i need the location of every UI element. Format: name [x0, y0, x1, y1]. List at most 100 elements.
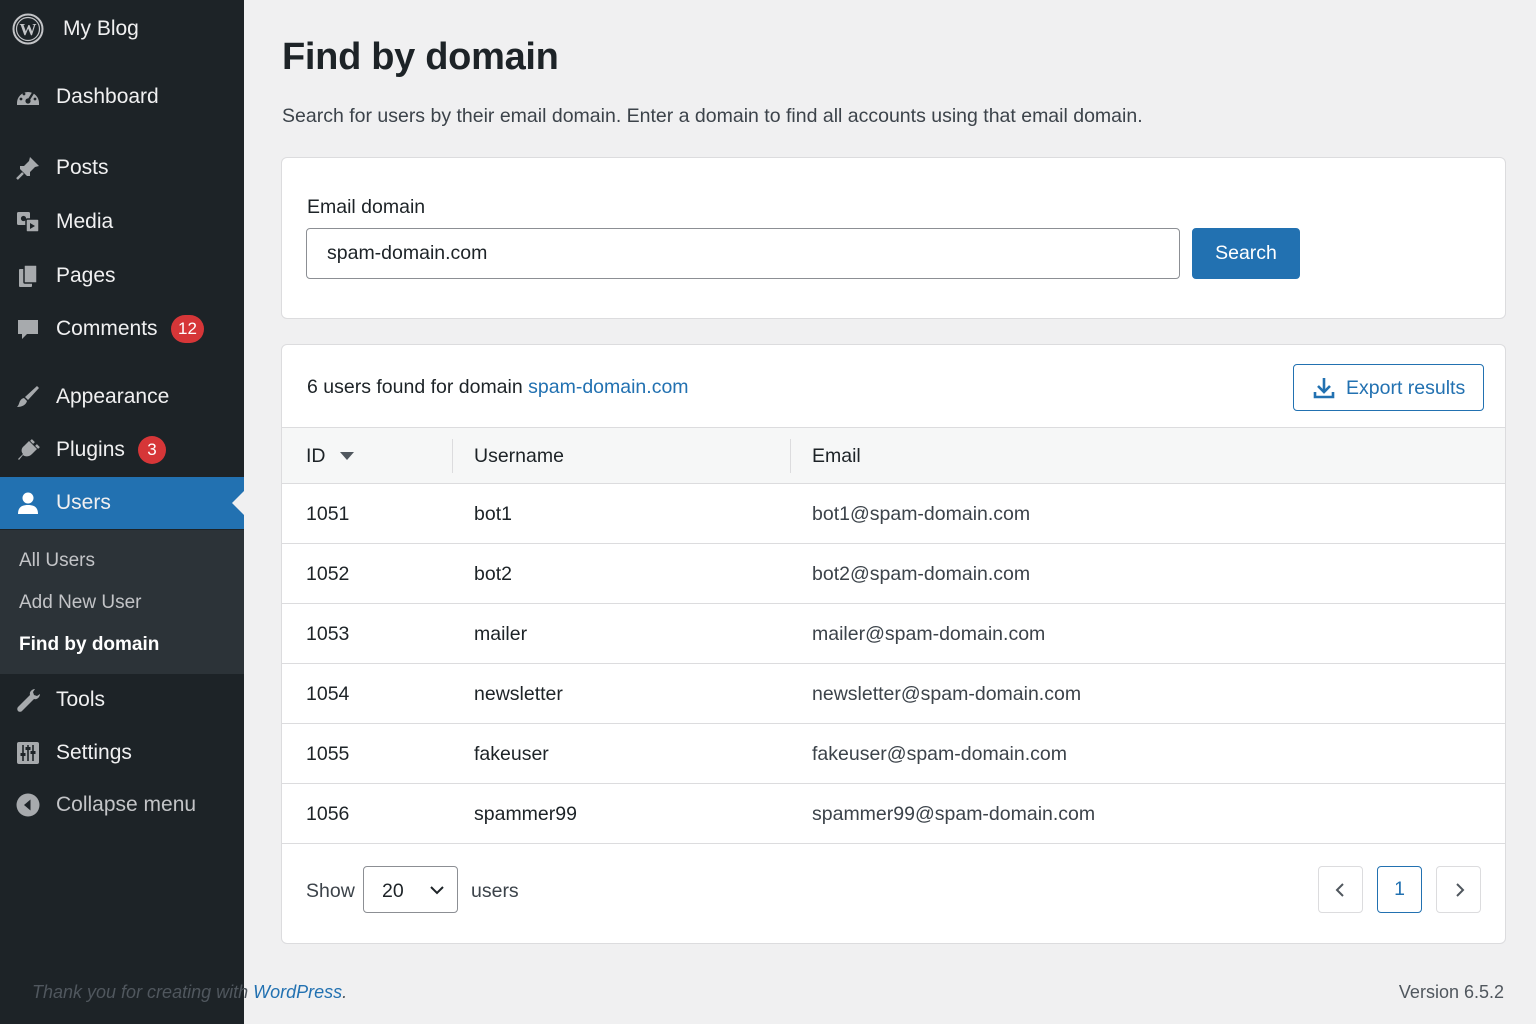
wordpress-logo-icon: W	[12, 13, 44, 45]
table-row[interactable]: 1052 bot2 bot2@spam-domain.com	[282, 544, 1505, 604]
site-name: My Blog	[63, 17, 139, 40]
admin-sidebar: W My Blog Dashboard Posts Media Pages Co…	[0, 0, 244, 1024]
sidebar-item-label: Comments	[56, 317, 158, 340]
cell-id: 1054	[306, 683, 350, 705]
column-header-id[interactable]: ID	[306, 445, 326, 468]
chevron-left-icon	[1335, 882, 1344, 897]
cell-username[interactable]: bot1	[474, 503, 512, 526]
email-domain-label: Email domain	[307, 196, 426, 218]
sidebar-item-comments[interactable]: Comments 12	[0, 303, 244, 355]
cell-id: 1051	[306, 503, 350, 525]
users-label: users	[471, 880, 519, 902]
cell-username[interactable]: fakeuser	[474, 743, 549, 766]
search-button[interactable]: Search	[1192, 228, 1300, 279]
table-header: ID Username Email	[282, 427, 1505, 484]
per-page-value: 20	[382, 880, 404, 902]
cell-username[interactable]: bot2	[474, 563, 512, 586]
collapse-arrow-icon	[14, 791, 42, 819]
results-card: 6 users found for domain spam-domain.com…	[281, 344, 1506, 944]
sidebar-item-media[interactable]: Media	[0, 196, 244, 248]
sidebar-item-appearance[interactable]: Appearance	[0, 371, 244, 423]
main-content: Find by domain Search for users by their…	[244, 0, 1536, 1024]
cell-username[interactable]: spammer99	[474, 803, 577, 826]
collapse-menu-button[interactable]: Collapse menu	[0, 779, 244, 831]
cell-email: spammer99@spam-domain.com	[812, 803, 1096, 825]
sidebar-item-settings[interactable]: Settings	[0, 727, 244, 779]
submenu-add-new-user[interactable]: Add New User	[19, 592, 142, 614]
svg-text:W: W	[20, 20, 37, 39]
sidebar-item-plugins[interactable]: Plugins 3	[0, 424, 244, 476]
sidebar-item-tools[interactable]: Tools	[0, 674, 244, 726]
export-results-label: Export results	[1346, 377, 1466, 399]
sidebar-item-dashboard[interactable]: Dashboard	[0, 71, 244, 123]
previous-page-button[interactable]	[1318, 866, 1363, 913]
footer-version: Version 6.5.2	[1398, 982, 1504, 1002]
dashboard-icon	[14, 83, 42, 111]
table-row[interactable]: 1056 spammer99 spammer99@spam-domain.com	[282, 784, 1505, 844]
cell-username[interactable]: mailer	[474, 623, 527, 646]
sidebar-item-label: Pages	[56, 264, 116, 287]
results-summary: 6 users found for domain spam-domain.com	[307, 376, 689, 399]
column-header-email[interactable]: Email	[812, 445, 861, 468]
table-row[interactable]: 1054 newsletter newsletter@spam-domain.c…	[282, 664, 1505, 724]
footer-thanks-text: Thank you for creating with	[32, 982, 254, 1002]
chevron-down-icon	[430, 886, 444, 895]
plugins-update-badge: 3	[138, 436, 166, 464]
sidebar-item-pages[interactable]: Pages	[0, 250, 244, 302]
per-page-select[interactable]: 20	[363, 866, 458, 913]
plug-icon	[14, 436, 42, 464]
cell-email: fakeuser@spam-domain.com	[812, 743, 1067, 765]
export-results-button[interactable]: Export results	[1293, 364, 1484, 411]
footer-thanks: Thank you for creating with WordPress.	[32, 982, 347, 1003]
results-count-text: 6 users found for domain	[307, 376, 529, 398]
wordpress-link[interactable]: WordPress	[253, 982, 342, 1002]
comments-count-badge: 12	[171, 315, 204, 343]
comment-icon	[14, 315, 42, 343]
sidebar-item-posts[interactable]: Posts	[0, 142, 244, 194]
column-header-username[interactable]: Username	[474, 445, 564, 468]
sidebar-item-label: Plugins	[56, 438, 125, 461]
pages-icon	[14, 262, 42, 290]
sidebar-item-label: Dashboard	[56, 85, 159, 108]
column-divider	[452, 439, 453, 473]
media-icon	[14, 208, 42, 236]
page-title: Find by domain	[282, 36, 559, 78]
table-row[interactable]: 1051 bot1 bot1@spam-domain.com	[282, 484, 1505, 544]
table-row[interactable]: 1055 fakeuser fakeuser@spam-domain.com	[282, 724, 1505, 784]
cell-username[interactable]: newsletter	[474, 683, 563, 706]
cell-email: mailer@spam-domain.com	[812, 623, 1046, 645]
cell-id: 1056	[306, 803, 350, 825]
users-submenu: All Users Add New User Find by domain	[0, 530, 244, 674]
submenu-all-users[interactable]: All Users	[19, 550, 95, 572]
cell-id: 1055	[306, 743, 350, 765]
table-row[interactable]: 1053 mailer mailer@spam-domain.com	[282, 604, 1505, 664]
chevron-right-icon	[1455, 882, 1464, 897]
sidebar-item-users[interactable]: Users	[0, 477, 244, 529]
pin-icon	[14, 154, 42, 182]
sidebar-item-label: Tools	[56, 688, 106, 711]
submenu-find-by-domain[interactable]: Find by domain	[19, 634, 159, 656]
site-header[interactable]: W My Blog	[0, 0, 244, 62]
email-domain-input[interactable]	[306, 228, 1180, 279]
footer-thanks-suffix: .	[342, 982, 348, 1002]
cell-email: bot1@spam-domain.com	[812, 503, 1031, 525]
sort-descending-icon[interactable]	[340, 452, 354, 460]
column-divider	[790, 439, 791, 473]
brush-icon	[14, 383, 42, 411]
page-description: Search for users by their email domain. …	[282, 105, 1143, 127]
sliders-icon	[14, 739, 42, 767]
download-icon	[1313, 378, 1335, 399]
cell-email: newsletter@spam-domain.com	[812, 683, 1082, 705]
cell-email: bot2@spam-domain.com	[812, 563, 1031, 585]
results-domain-link[interactable]: spam-domain.com	[528, 376, 688, 398]
sidebar-item-label: Media	[56, 210, 114, 233]
user-icon	[14, 489, 42, 517]
page-number-button[interactable]: 1	[1377, 866, 1422, 913]
wrench-icon	[14, 686, 42, 714]
sidebar-item-label: Appearance	[56, 385, 170, 408]
next-page-button[interactable]	[1436, 866, 1481, 913]
cell-id: 1052	[306, 563, 350, 585]
sidebar-item-label: Posts	[56, 156, 109, 179]
sidebar-item-label: Collapse menu	[56, 793, 197, 816]
sidebar-item-label: Settings	[56, 741, 132, 764]
